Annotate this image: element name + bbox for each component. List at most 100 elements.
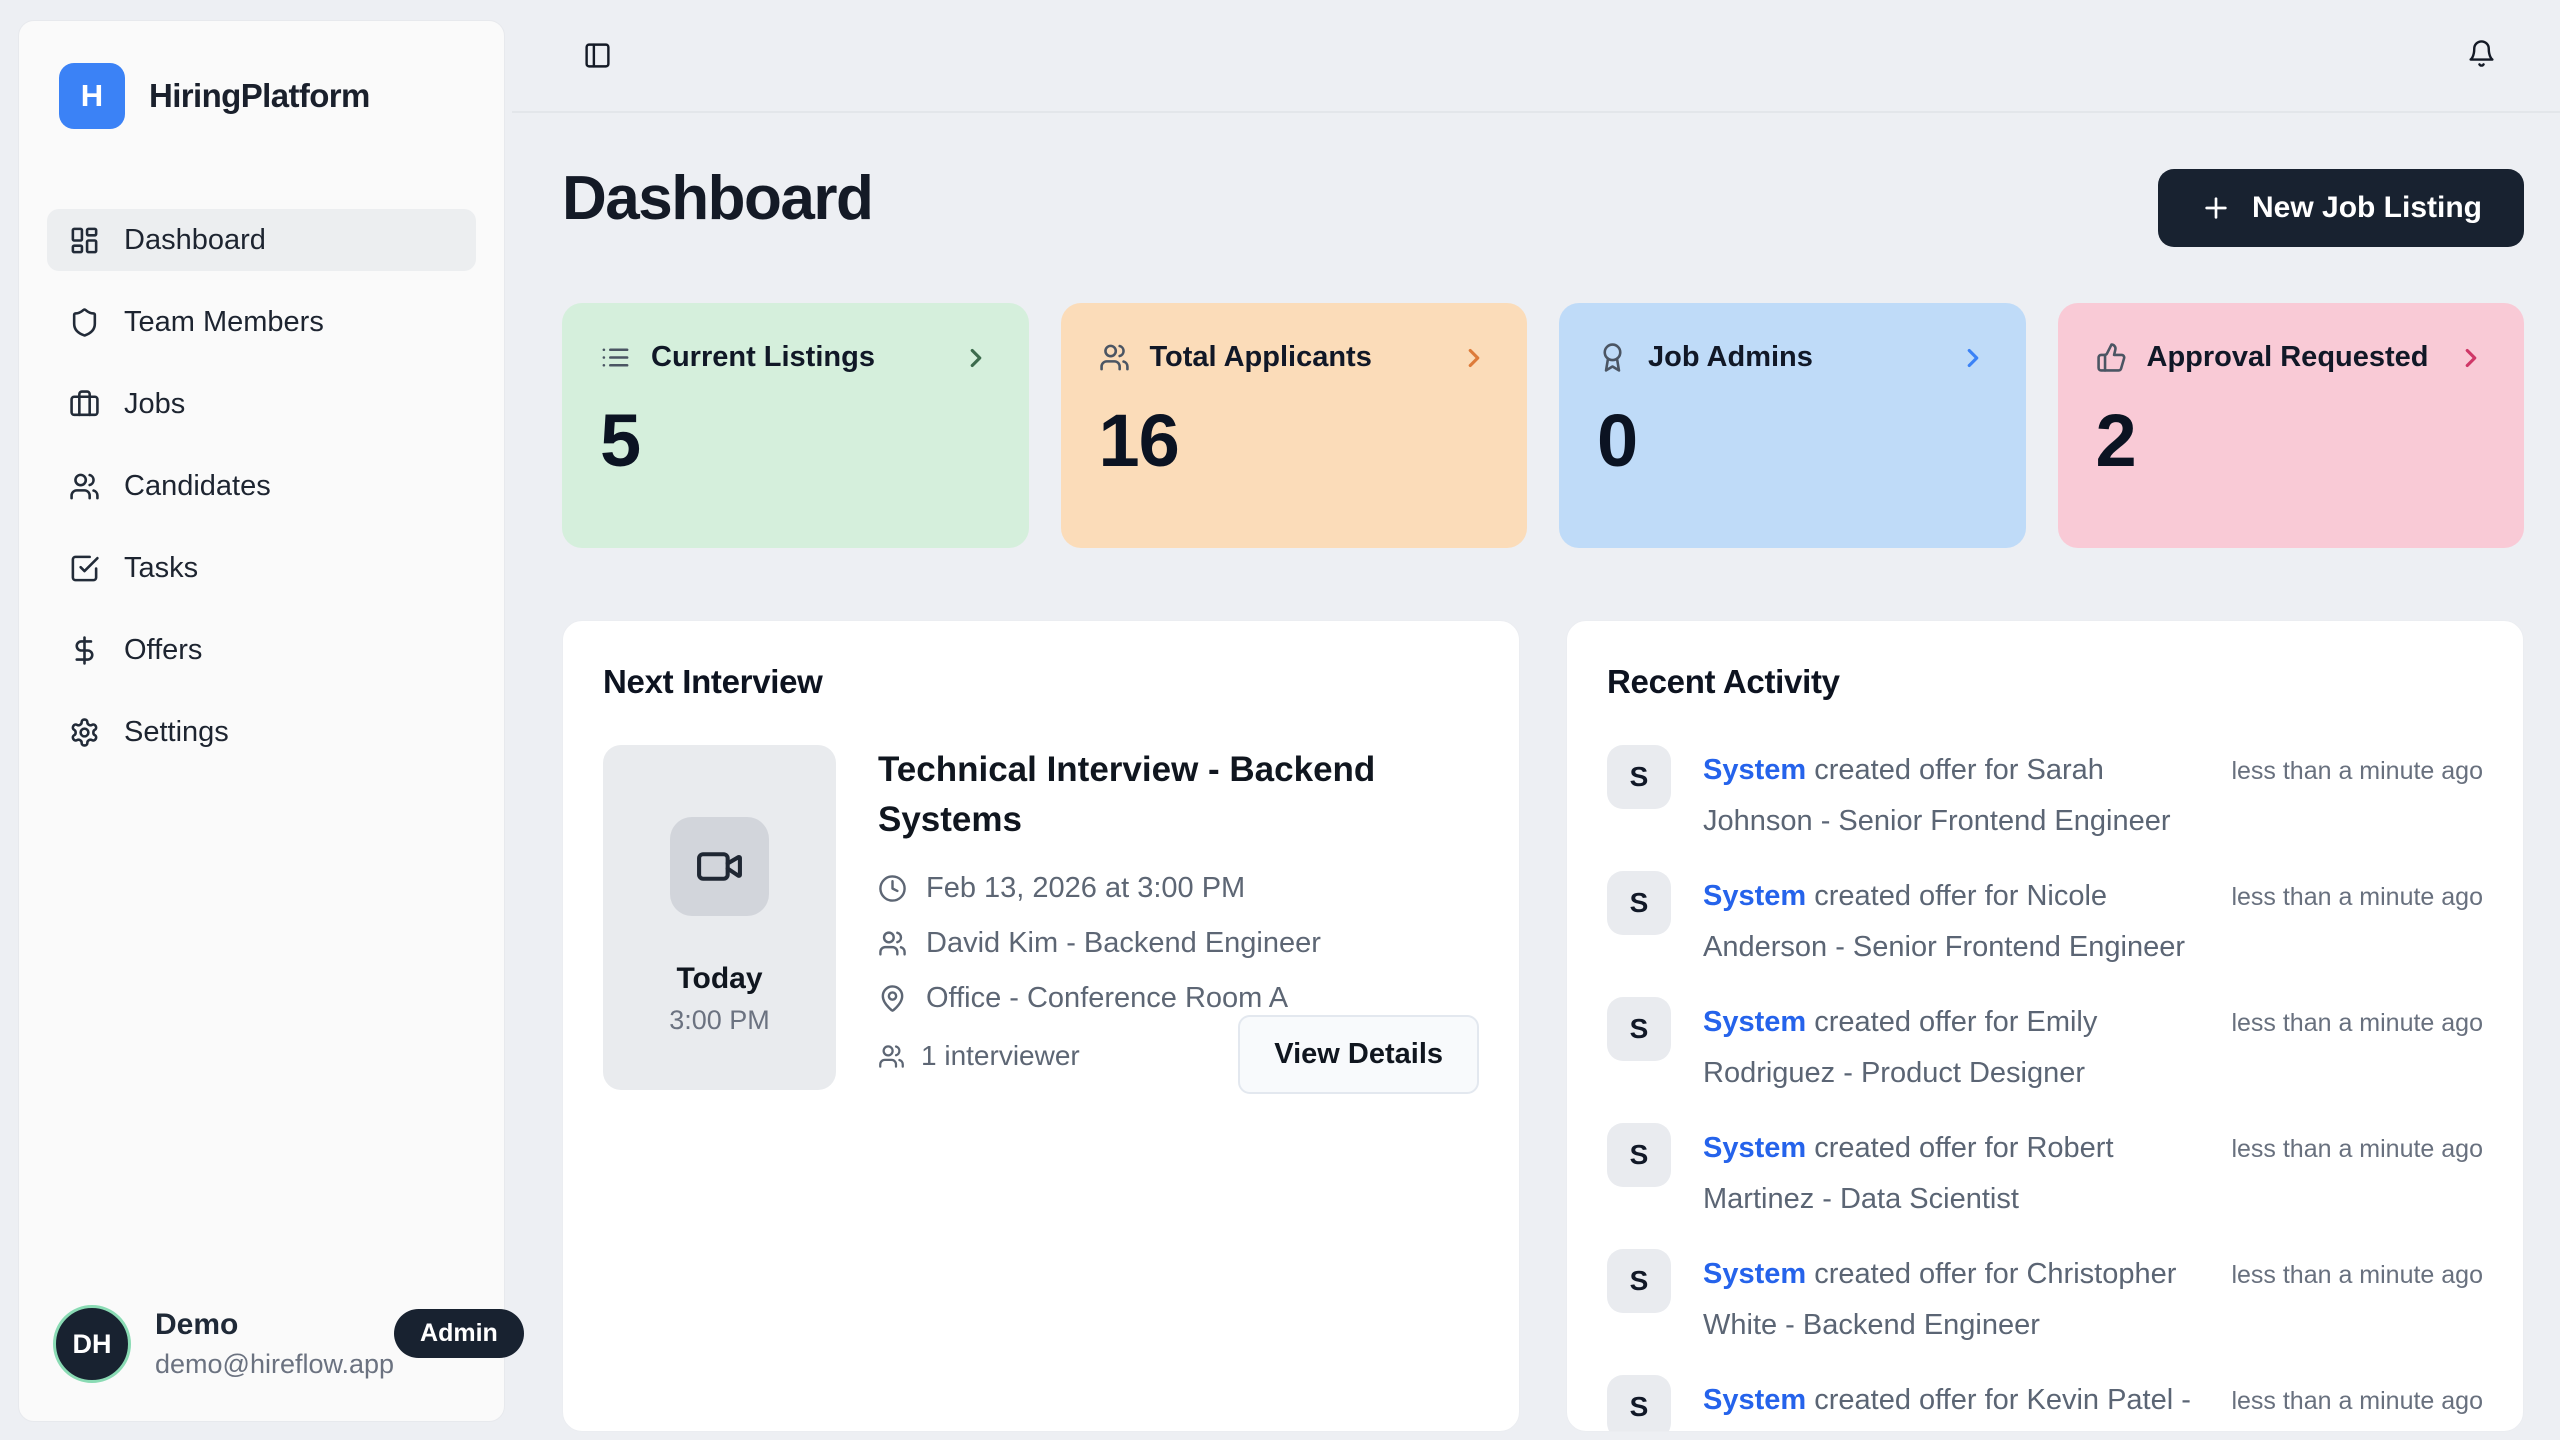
plus-icon [2200, 192, 2232, 224]
users-icon [1099, 342, 1130, 373]
video-camera-icon [695, 842, 744, 891]
sidebar-item-label: Jobs [124, 388, 185, 421]
interview-location: Office - Conference Room A [926, 982, 1288, 1015]
activity-item: S System created offer for Kevin Patel -… [1607, 1375, 2483, 1432]
new-job-listing-label: New Job Listing [2252, 191, 2482, 225]
recent-activity-panel: Recent Activity S System created offer f… [1566, 620, 2524, 1432]
thumbs-up-icon [2096, 342, 2127, 373]
interview-thumbnail: Today 3:00 PM [603, 745, 836, 1090]
view-details-button[interactable]: View Details [1238, 1015, 1479, 1094]
activity-actor-link[interactable]: System [1703, 1006, 1806, 1038]
topbar [512, 0, 2560, 113]
layout-dashboard-icon [69, 225, 100, 256]
sidebar-item-candidates[interactable]: Candidates [47, 455, 476, 517]
notifications-button[interactable] [2467, 39, 2496, 68]
activity-avatar: S [1607, 997, 1671, 1061]
chevron-right-icon [1958, 343, 1988, 373]
new-job-listing-button[interactable]: New Job Listing [2158, 169, 2524, 247]
users-icon [878, 1043, 905, 1070]
activity-actor-link[interactable]: System [1703, 754, 1806, 786]
interviewer-count: 1 interviewer [878, 1040, 1080, 1094]
stat-label: Total Applicants [1150, 341, 1372, 374]
stat-card-current-listings[interactable]: Current Listings 5 [562, 303, 1029, 548]
dashboard-content: Dashboard New Job Listing Current Listin… [512, 113, 2560, 1432]
stat-label: Job Admins [1648, 341, 1813, 374]
sidebar-item-team-members[interactable]: Team Members [47, 291, 476, 353]
chevron-right-icon [2456, 343, 2486, 373]
stat-card-job-admins[interactable]: Job Admins 0 [1559, 303, 2026, 548]
activity-list: S System created offer for Sarah Johnson… [1607, 745, 2483, 1432]
activity-item: S System created offer for Robert Martin… [1607, 1123, 2483, 1225]
sidebar-item-tasks[interactable]: Tasks [47, 537, 476, 599]
briefcase-icon [69, 389, 100, 420]
activity-text: System created offer for Kevin Patel - D… [1703, 1375, 2213, 1432]
main-area: Dashboard New Job Listing Current Listin… [512, 0, 2560, 1440]
user-profile[interactable]: DH Demo demo@hireflow.app Admin [47, 1305, 476, 1383]
sidebar-item-label: Dashboard [124, 224, 266, 257]
sidebar-item-jobs[interactable]: Jobs [47, 373, 476, 435]
sidebar-item-offers[interactable]: Offers [47, 619, 476, 681]
interviewer-count-label: 1 interviewer [921, 1040, 1080, 1072]
stat-value: 2 [2096, 398, 2487, 483]
app-name: HiringPlatform [149, 77, 370, 115]
dollar-sign-icon [69, 635, 100, 666]
stat-value: 0 [1597, 398, 1988, 483]
chevron-right-icon [1459, 343, 1489, 373]
list-icon [600, 342, 631, 373]
sidebar: H HiringPlatform Dashboard Team Members … [18, 20, 505, 1422]
map-pin-icon [878, 984, 907, 1013]
page-title: Dashboard [562, 163, 872, 234]
app-logo: H HiringPlatform [47, 63, 476, 129]
next-interview-title: Next Interview [603, 663, 1479, 701]
activity-item: S System created offer for Emily Rodrigu… [1607, 997, 2483, 1099]
recent-activity-title: Recent Activity [1607, 663, 2483, 701]
activity-text: System created offer for Christopher Whi… [1703, 1249, 2213, 1351]
interview-job-title: Technical Interview - Backend Systems [878, 745, 1458, 844]
activity-timestamp: less than a minute ago [2231, 1375, 2483, 1416]
stat-value: 16 [1099, 398, 1490, 483]
stat-label: Current Listings [651, 341, 875, 374]
clock-icon [878, 874, 907, 903]
user-email: demo@hireflow.app [155, 1349, 394, 1380]
activity-timestamp: less than a minute ago [2231, 1123, 2483, 1164]
role-badge: Admin [394, 1309, 524, 1358]
interview-datetime: Feb 13, 2026 at 3:00 PM [926, 872, 1245, 905]
activity-actor-link[interactable]: System [1703, 880, 1806, 912]
sidebar-item-label: Team Members [124, 306, 324, 339]
activity-avatar: S [1607, 1123, 1671, 1187]
activity-actor-link[interactable]: System [1703, 1384, 1806, 1416]
activity-item: S System created offer for Nicole Anders… [1607, 871, 2483, 973]
activity-text: System created offer for Robert Martinez… [1703, 1123, 2213, 1225]
activity-text: System created offer for Sarah Johnson -… [1703, 745, 2213, 847]
stat-cards: Current Listings 5 Total Applicants 16 J… [562, 303, 2524, 548]
sidebar-item-label: Settings [124, 716, 229, 749]
stat-card-total-applicants[interactable]: Total Applicants 16 [1061, 303, 1528, 548]
square-check-icon [69, 553, 100, 584]
stat-value: 5 [600, 398, 991, 483]
activity-item: S System created offer for Christopher W… [1607, 1249, 2483, 1351]
activity-avatar: S [1607, 871, 1671, 935]
app-logo-icon: H [59, 63, 125, 129]
sidebar-nav: Dashboard Team Members Jobs Candidates T… [47, 209, 476, 763]
activity-timestamp: less than a minute ago [2231, 745, 2483, 786]
stat-label: Approval Requested [2147, 341, 2429, 374]
activity-text: System created offer for Nicole Anderson… [1703, 871, 2213, 973]
activity-avatar: S [1607, 745, 1671, 809]
stat-card-approval-requested[interactable]: Approval Requested 2 [2058, 303, 2525, 548]
avatar: DH [53, 1305, 131, 1383]
activity-avatar: S [1607, 1249, 1671, 1313]
activity-actor-link[interactable]: System [1703, 1132, 1806, 1164]
sidebar-item-label: Offers [124, 634, 202, 667]
activity-actor-link[interactable]: System [1703, 1258, 1806, 1290]
activity-text: System created offer for Emily Rodriguez… [1703, 997, 2213, 1099]
chevron-right-icon [961, 343, 991, 373]
interview-time: 3:00 PM [669, 1005, 770, 1036]
interview-location-row: Office - Conference Room A [878, 982, 1479, 1015]
activity-timestamp: less than a minute ago [2231, 871, 2483, 912]
sidebar-item-dashboard[interactable]: Dashboard [47, 209, 476, 271]
user-name: Demo [155, 1308, 394, 1342]
next-interview-panel: Next Interview Today 3:00 PM Technical I… [562, 620, 1520, 1432]
sidebar-toggle-button[interactable] [583, 41, 612, 70]
sidebar-item-settings[interactable]: Settings [47, 701, 476, 763]
interview-datetime-row: Feb 13, 2026 at 3:00 PM [878, 872, 1479, 905]
